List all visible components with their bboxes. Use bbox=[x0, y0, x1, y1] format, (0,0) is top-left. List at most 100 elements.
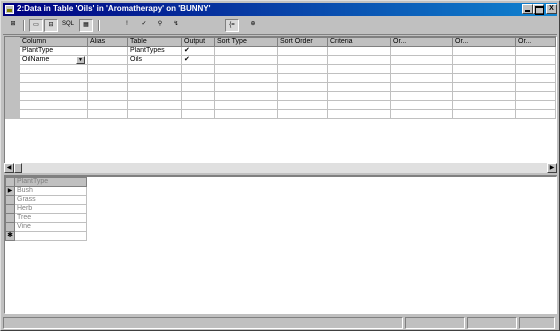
column-cell-value[interactable]: OilName bbox=[22, 57, 49, 64]
row-header[interactable] bbox=[5, 46, 20, 56]
column-header-alias[interactable]: Alias bbox=[87, 37, 128, 47]
sort-type-cell[interactable] bbox=[214, 55, 278, 65]
toolbar-separator bbox=[98, 20, 100, 31]
group-by-tool-icon[interactable]: {= bbox=[225, 19, 239, 32]
sql-pane-tool-icon[interactable]: SQL bbox=[59, 19, 77, 32]
app-icon[interactable] bbox=[5, 5, 14, 14]
scroll-left-icon[interactable]: ◀ bbox=[4, 163, 14, 173]
results-header-row: PlantType bbox=[5, 177, 87, 187]
verify-sql-tool-icon[interactable]: ✓ bbox=[137, 19, 151, 32]
alias-cell[interactable] bbox=[87, 55, 128, 65]
criteria-row[interactable] bbox=[5, 82, 556, 92]
table-row[interactable]: Vine bbox=[5, 222, 87, 232]
or-cell[interactable] bbox=[452, 55, 516, 65]
current-row-icon[interactable]: ▶ bbox=[5, 186, 15, 196]
column-header-output[interactable]: Output bbox=[181, 37, 215, 47]
status-panel bbox=[467, 317, 517, 329]
or-cell[interactable] bbox=[515, 55, 556, 65]
table-cell[interactable]: PlantTypes bbox=[127, 46, 182, 56]
toolbar: ⊞ ▭ ⊟ SQL ▦ ! ✓ ⚲ ↯ {= ⊕ bbox=[3, 17, 557, 35]
remove-filter-tool-icon[interactable]: ↯ bbox=[169, 19, 183, 32]
output-checkbox[interactable]: ✔ bbox=[181, 46, 215, 56]
column-header-table[interactable]: Table bbox=[127, 37, 182, 47]
maximize-button[interactable] bbox=[533, 4, 544, 15]
row-header[interactable] bbox=[5, 55, 20, 65]
table-row[interactable]: Herb bbox=[5, 204, 87, 214]
table-row[interactable]: ▶ Bush bbox=[5, 186, 87, 196]
criteria-row[interactable]: OilName ▼ Oils ✔ bbox=[5, 55, 556, 65]
run-tool-icon[interactable]: ! bbox=[122, 19, 132, 32]
result-cell[interactable]: Vine bbox=[14, 222, 87, 232]
criteria-row[interactable] bbox=[5, 73, 556, 83]
scroll-right-icon[interactable]: ▶ bbox=[547, 163, 557, 173]
column-header-sort-order[interactable]: Sort Order bbox=[277, 37, 328, 47]
criteria-cell[interactable] bbox=[327, 46, 391, 56]
column-cell[interactable]: PlantType bbox=[19, 46, 88, 56]
or-cell[interactable] bbox=[515, 46, 556, 56]
row-header[interactable] bbox=[5, 109, 20, 119]
table-row[interactable]: Tree bbox=[5, 213, 87, 223]
row-header[interactable] bbox=[5, 204, 15, 214]
column-cell[interactable]: OilName ▼ bbox=[19, 55, 88, 65]
title-bar[interactable]: 2:Data in Table 'Oils' in 'Aromatherapy'… bbox=[3, 3, 557, 16]
query-window: 2:Data in Table 'Oils' in 'Aromatherapy'… bbox=[0, 0, 560, 331]
horizontal-scrollbar[interactable]: ◀ ▶ bbox=[4, 163, 557, 173]
diagram-pane-tool-icon[interactable]: ▭ bbox=[29, 19, 43, 32]
criteria-row[interactable] bbox=[5, 91, 556, 101]
result-cell[interactable]: Grass bbox=[14, 195, 87, 205]
add-table-tool-icon[interactable]: ⊕ bbox=[246, 19, 260, 32]
status-panel-main bbox=[3, 317, 403, 329]
sort-type-cell[interactable] bbox=[214, 46, 278, 56]
criteria-cell[interactable] bbox=[327, 55, 391, 65]
sort-order-cell[interactable] bbox=[277, 46, 328, 56]
or-cell[interactable] bbox=[390, 46, 453, 56]
column-header-sort-type[interactable]: Sort Type bbox=[214, 37, 278, 47]
table-row[interactable]: Grass bbox=[5, 195, 87, 205]
criteria-grid-pane: Column Alias Table Output Sort Type Sort… bbox=[4, 36, 557, 172]
column-header-planttype[interactable]: PlantType bbox=[14, 177, 87, 187]
new-row-icon[interactable]: ✱ bbox=[5, 231, 15, 241]
result-cell[interactable]: Bush bbox=[14, 186, 87, 196]
properties-tool-icon[interactable]: ⊞ bbox=[6, 19, 20, 32]
criteria-row[interactable] bbox=[5, 100, 556, 110]
result-cell[interactable]: Tree bbox=[14, 213, 87, 223]
column-header-column[interactable]: Column bbox=[19, 37, 88, 47]
chevron-down-icon[interactable]: ▼ bbox=[76, 56, 85, 64]
window-title: 2:Data in Table 'Oils' in 'Aromatherapy'… bbox=[17, 4, 211, 13]
toolbar-separator bbox=[23, 20, 25, 31]
criteria-row[interactable] bbox=[5, 109, 556, 119]
close-button[interactable]: X bbox=[546, 4, 557, 14]
criteria-row[interactable] bbox=[5, 64, 556, 74]
result-cell[interactable] bbox=[14, 231, 87, 241]
column-header-or-1[interactable]: Or... bbox=[390, 37, 453, 47]
column-header-or-3[interactable]: Or... bbox=[515, 37, 556, 47]
column-header-criteria[interactable]: Criteria bbox=[327, 37, 391, 47]
row-header[interactable] bbox=[5, 37, 20, 47]
status-panel bbox=[405, 317, 465, 329]
row-header[interactable] bbox=[5, 195, 15, 205]
result-cell[interactable]: Herb bbox=[14, 204, 87, 214]
criteria-grid: Column Alias Table Output Sort Type Sort… bbox=[5, 37, 556, 119]
row-header[interactable] bbox=[5, 64, 20, 74]
grid-pane-tool-icon[interactable]: ⊟ bbox=[44, 19, 58, 32]
row-header[interactable] bbox=[5, 100, 20, 110]
row-header[interactable] bbox=[5, 177, 15, 187]
row-header[interactable] bbox=[5, 222, 15, 232]
row-header[interactable] bbox=[5, 73, 20, 83]
output-checkbox[interactable]: ✔ bbox=[181, 55, 215, 65]
sort-order-cell[interactable] bbox=[277, 55, 328, 65]
results-pane-tool-icon[interactable]: ▦ bbox=[79, 19, 93, 32]
new-row[interactable]: ✱ bbox=[5, 231, 87, 241]
table-cell[interactable]: Oils bbox=[127, 55, 182, 65]
or-cell[interactable] bbox=[390, 55, 453, 65]
row-header[interactable] bbox=[5, 82, 20, 92]
or-cell[interactable] bbox=[452, 46, 516, 56]
alias-cell[interactable] bbox=[87, 46, 128, 56]
scroll-thumb[interactable] bbox=[14, 163, 22, 173]
minimize-button[interactable] bbox=[522, 4, 533, 14]
column-header-or-2[interactable]: Or... bbox=[452, 37, 516, 47]
row-header[interactable] bbox=[5, 213, 15, 223]
row-header[interactable] bbox=[5, 91, 20, 101]
criteria-row[interactable]: PlantType PlantTypes ✔ bbox=[5, 46, 556, 56]
add-filter-tool-icon[interactable]: ⚲ bbox=[153, 19, 167, 32]
